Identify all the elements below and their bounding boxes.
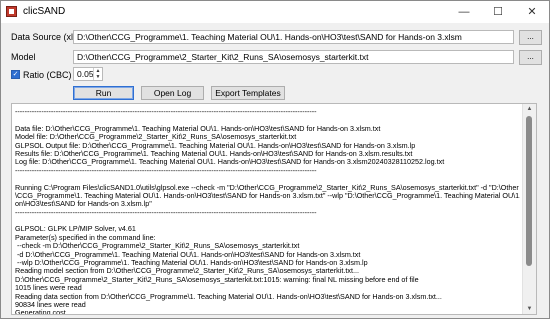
scroll-down-icon[interactable]: ▼ xyxy=(523,304,536,314)
model-label: Model xyxy=(11,52,36,62)
stepper-arrows[interactable]: ▲ ▼ xyxy=(93,68,102,80)
ratio-label: Ratio (CBC) xyxy=(23,70,72,80)
scroll-up-icon[interactable]: ▲ xyxy=(523,104,536,114)
ratio-stepper[interactable]: 0.05 ▲ ▼ xyxy=(73,67,103,81)
run-button[interactable]: Run xyxy=(73,86,134,100)
export-templates-button[interactable]: Export Templates ... xyxy=(211,86,285,110)
data-source-field[interactable]: D:\Other\CCG_Programme\1. Teaching Mater… xyxy=(73,30,514,44)
log-lines: ----------------------------------------… xyxy=(15,108,520,315)
data-source-browse-button[interactable]: ... xyxy=(519,30,542,45)
log-line: ----------------------------------------… xyxy=(15,108,317,116)
ratio-value: 0.05 xyxy=(77,69,94,79)
ratio-checkbox[interactable]: ✓ xyxy=(11,70,20,79)
log-line: Generating cost... xyxy=(15,308,72,315)
log-line: Reading data section from D:\Other\CCG_P… xyxy=(15,291,442,301)
open-log-button[interactable]: Open Log xyxy=(141,86,204,100)
log-line: 90834 lines were read xyxy=(15,299,86,309)
maximize-button[interactable]: ☐ xyxy=(481,1,515,23)
log-line: D:\Other\CCG_Programme\2_Starter_Kit\2_R… xyxy=(15,274,419,284)
log-scrollbar[interactable]: ▲ ▼ xyxy=(522,104,536,314)
checkmark-icon: ✓ xyxy=(12,71,19,78)
log-output[interactable]: ----------------------------------------… xyxy=(11,103,537,315)
chevron-down-icon[interactable]: ▼ xyxy=(94,74,102,80)
scroll-thumb[interactable] xyxy=(526,116,532,266)
clicsand-window: clicSAND — ☐ ✕ Data Source (xls) D:\Othe… xyxy=(0,0,550,319)
model-browse-button[interactable]: ... xyxy=(519,50,542,65)
title-bar: clicSAND — ☐ ✕ xyxy=(1,1,549,23)
model-field[interactable]: D:\Other\CCG_Programme\2_Starter_Kit\2_R… xyxy=(73,50,514,64)
app-icon xyxy=(6,6,17,17)
minimize-button[interactable]: — xyxy=(447,1,481,23)
close-button[interactable]: ✕ xyxy=(515,1,549,23)
log-line: ----------------------------------------… xyxy=(15,165,317,175)
data-source-label: Data Source (xls) xyxy=(11,32,81,42)
window-title: clicSAND xyxy=(23,6,66,17)
log-line: ----------------------------------------… xyxy=(15,207,317,217)
